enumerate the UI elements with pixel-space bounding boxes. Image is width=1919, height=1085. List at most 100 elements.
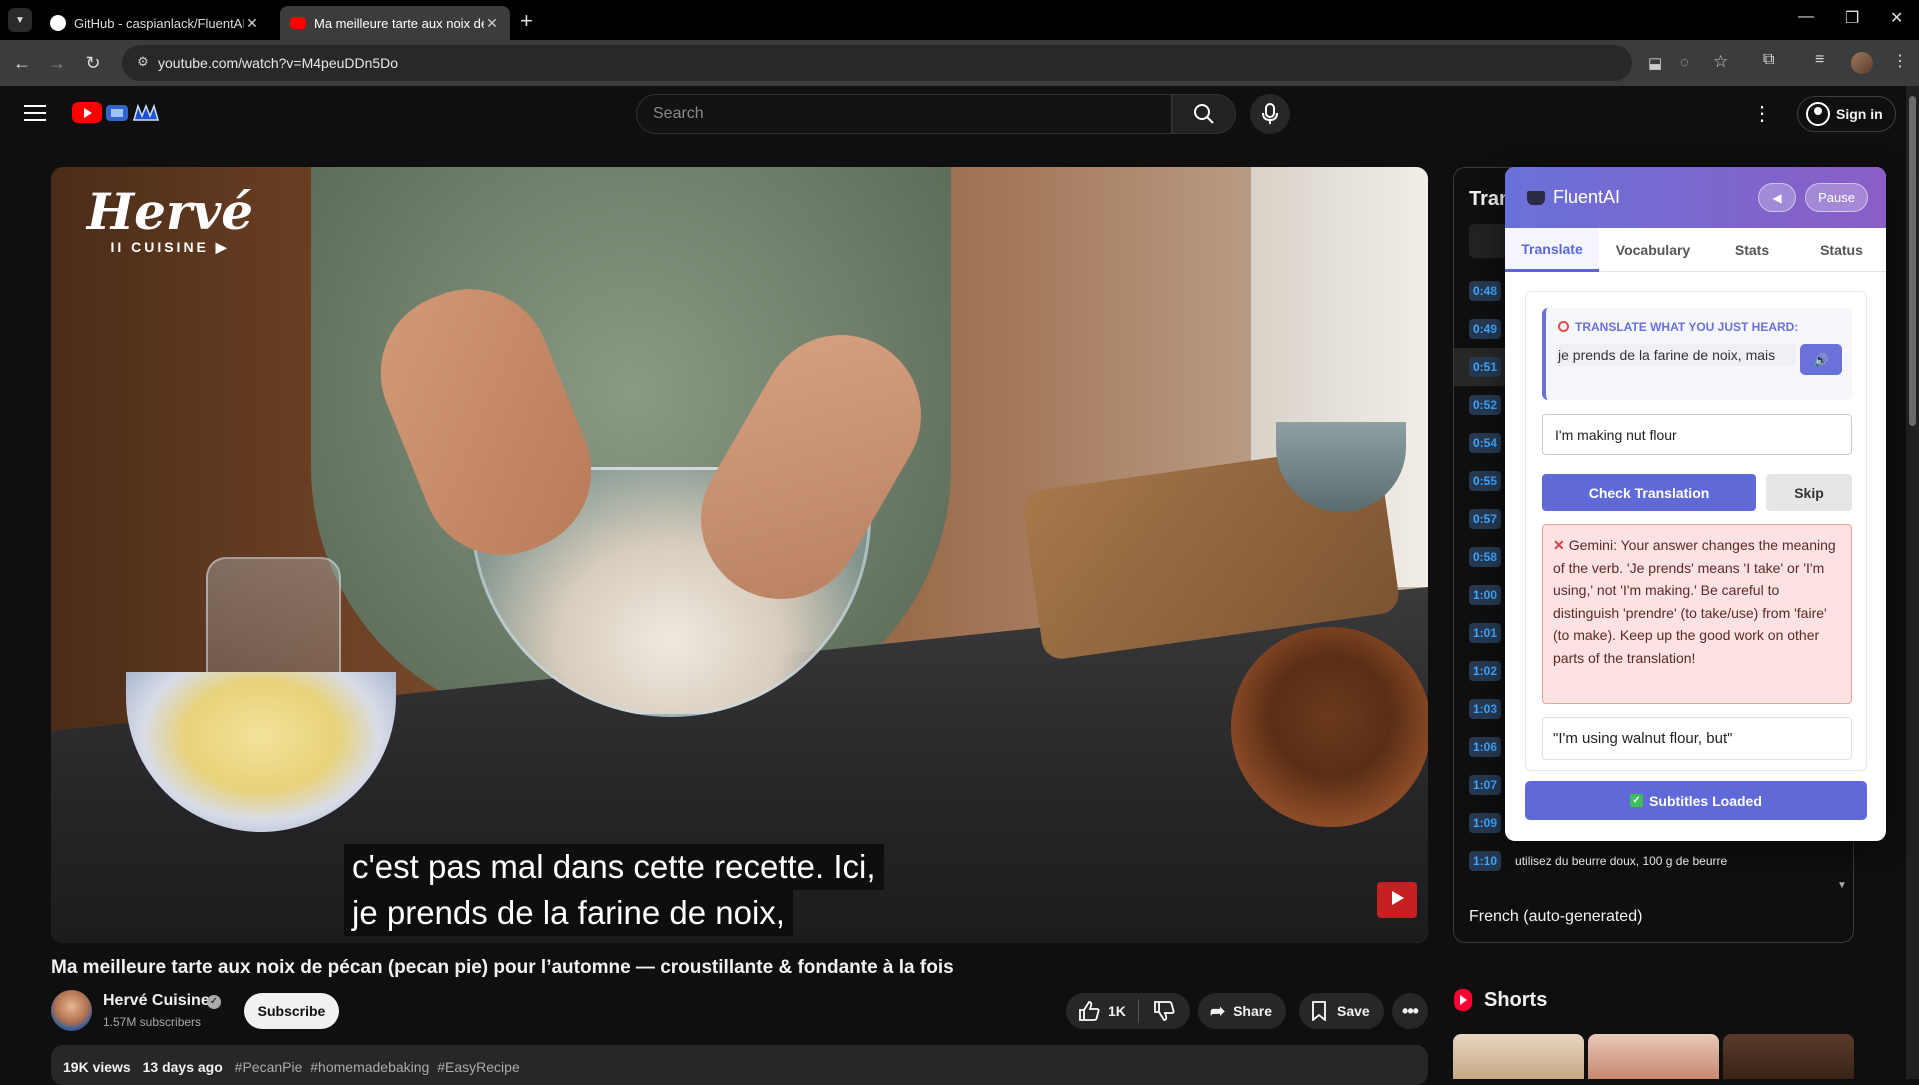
subtitle-line: c'est pas mal dans cette recette. Ici, [344,844,884,890]
page-scrollbar[interactable] [1906,86,1919,1079]
tab-search-dropdown-icon[interactable]: ▼ [8,8,32,32]
rewind-button[interactable]: ◀ [1758,183,1796,212]
more-actions-button[interactable]: ••• [1392,993,1428,1029]
dislike-button[interactable] [1139,1001,1189,1021]
correct-answer: "I'm using walnut flour, but" [1542,717,1852,760]
thumbs-down-icon [1154,1001,1175,1021]
like-button[interactable]: 1K [1066,1001,1138,1021]
eye-off-icon[interactable]: ◌ [1680,54,1689,71]
bookmark-icon [1312,1001,1326,1021]
youtube-logo[interactable] [72,102,102,123]
window-close-icon[interactable]: ✕ [1890,8,1903,28]
thumbs-up-icon [1079,1001,1100,1021]
subscribe-button[interactable]: Subscribe [244,993,339,1029]
close-tab-icon[interactable]: ✕ [244,15,260,32]
media-controls-icon[interactable]: ≡ [1815,51,1824,69]
tab-translate[interactable]: Translate [1505,228,1599,272]
feedback-box: ✕ Gemini: Your answer changes the meaning… [1542,524,1852,704]
sign-in-button[interactable]: Sign in [1797,96,1896,132]
tab-stats[interactable]: Stats [1707,228,1797,272]
close-tab-icon[interactable]: ✕ [484,15,500,32]
transcript-row[interactable]: 1:10 utilisez du beurre doux, 100 g de be… [1454,842,1853,880]
translation-input[interactable] [1542,414,1852,455]
play-back-icon: ◀ [1772,190,1782,205]
feedback-text: Gemini: Your answer changes the meaning … [1553,537,1836,666]
short-thumbnail[interactable] [1453,1034,1584,1079]
reload-icon[interactable]: ↻ [80,50,106,76]
scrollbar-thumb[interactable] [1909,96,1916,426]
verified-badge-icon: ✓ [207,995,221,1009]
youtube-icon [290,17,306,29]
like-count: 1K [1108,1003,1126,1019]
browser-tab-bar: ▼ GitHub - caspianlack/FluentAI: ✕ Ma me… [0,0,1919,40]
subscribe-watermark-icon[interactable] [1377,882,1417,918]
site-info-icon[interactable]: ⚙ [134,54,152,72]
menu-icon[interactable] [24,105,46,126]
short-thumbnail[interactable] [1723,1034,1854,1079]
save-button[interactable]: Save [1299,993,1384,1029]
channel-avatar[interactable] [51,990,92,1031]
sign-in-label: Sign in [1836,106,1883,122]
minimize-icon[interactable]: — [1798,8,1814,26]
upload-age: 13 days ago [142,1059,223,1075]
video-player[interactable]: Hervé II CUISINE ▶ c'est pas mal dans ce… [51,167,1428,943]
fluentai-header: FluentAI ◀ Pause [1505,167,1886,228]
tab-youtube[interactable]: Ma meilleure tarte aux noix de ✕ [280,6,510,40]
tab-github[interactable]: GitHub - caspianlack/FluentAI: ✕ [40,6,270,40]
tab-status[interactable]: Status [1797,228,1886,272]
search-icon [1194,104,1214,124]
bookmark-star-icon[interactable]: ☆ [1713,52,1728,72]
account-icon [1806,102,1830,126]
subscriber-count: 1.57M subscribers [103,1015,202,1029]
short-thumbnail[interactable] [1588,1034,1719,1079]
microphone-icon [1262,103,1278,124]
forward-icon[interactable]: → [44,50,70,76]
status-text: Subtitles Loaded [1649,792,1762,809]
voice-search-button[interactable] [1250,94,1290,134]
check-translation-button[interactable]: Check Translation [1542,474,1756,511]
target-icon [1558,321,1569,332]
transcript-language[interactable]: French (auto-generated) [1469,908,1642,926]
subtitles-status-bar: ✓ Subtitles Loaded [1525,781,1867,820]
address-bar[interactable]: ⚙ youtube.com/watch?v=M4peuDDn5Do [122,45,1632,81]
youtube-header: ⋮ Sign in [0,86,1906,142]
channel-name[interactable]: Hervé Cuisine [103,992,210,1010]
youtube-doodle-icon[interactable] [106,102,160,124]
hashtag-link[interactable]: #EasyRecipe [437,1059,520,1075]
hashtag-link[interactable]: #PecanPie [235,1059,303,1075]
shorts-heading: Shorts [1484,989,1548,1011]
browser-menu-icon[interactable]: ⋮ [1892,51,1908,71]
tab-vocabulary[interactable]: Vocabulary [1599,228,1707,272]
shorts-icon [1454,989,1472,1011]
back-icon[interactable]: ← [9,50,35,76]
settings-more-icon[interactable]: ⋮ [1752,104,1772,124]
play-audio-button[interactable]: 🔊 [1800,344,1842,375]
share-icon: ➦ [1210,1000,1226,1021]
like-dislike-group: 1K [1066,993,1190,1029]
profile-avatar[interactable] [1851,52,1873,74]
video-title: Ma meilleure tarte aux noix de pécan (pe… [51,957,954,978]
channel-watermark-logo: Hervé II CUISINE ▶ [86,182,254,256]
fluentai-brand: FluentAI [1553,187,1621,207]
search-input[interactable] [637,95,1171,133]
scroll-down-icon[interactable]: ▼ [1837,880,1847,891]
speaker-icon: 🔊 [1813,352,1829,367]
new-tab-button[interactable]: + [520,8,533,34]
skip-button[interactable]: Skip [1766,474,1852,511]
description-box[interactable]: 19K views 13 days ago #PecanPie #homemad… [51,1045,1428,1085]
more-horizontal-icon: ••• [1402,1000,1419,1021]
search-button[interactable] [1172,94,1236,134]
heard-text: je prends de la farine de noix, mais [1556,344,1796,366]
cross-mark-icon: ✕ [1553,537,1565,553]
fluentai-tabs: Translate Vocabulary Stats Status [1505,228,1886,272]
install-app-icon[interactable]: ⬓ [1648,54,1662,72]
view-count: 19K views [63,1059,131,1075]
search-field[interactable] [636,94,1172,134]
share-button[interactable]: ➦ Share [1198,993,1287,1029]
checkbox-checked-icon: ✓ [1630,794,1644,807]
pause-button[interactable]: Pause [1805,183,1868,212]
extensions-icon[interactable]: ⧉ [1763,51,1774,69]
graduation-cap-icon [1527,191,1545,205]
restore-icon[interactable]: ❐ [1845,8,1859,28]
hashtag-link[interactable]: #homemadebaking [310,1059,429,1075]
